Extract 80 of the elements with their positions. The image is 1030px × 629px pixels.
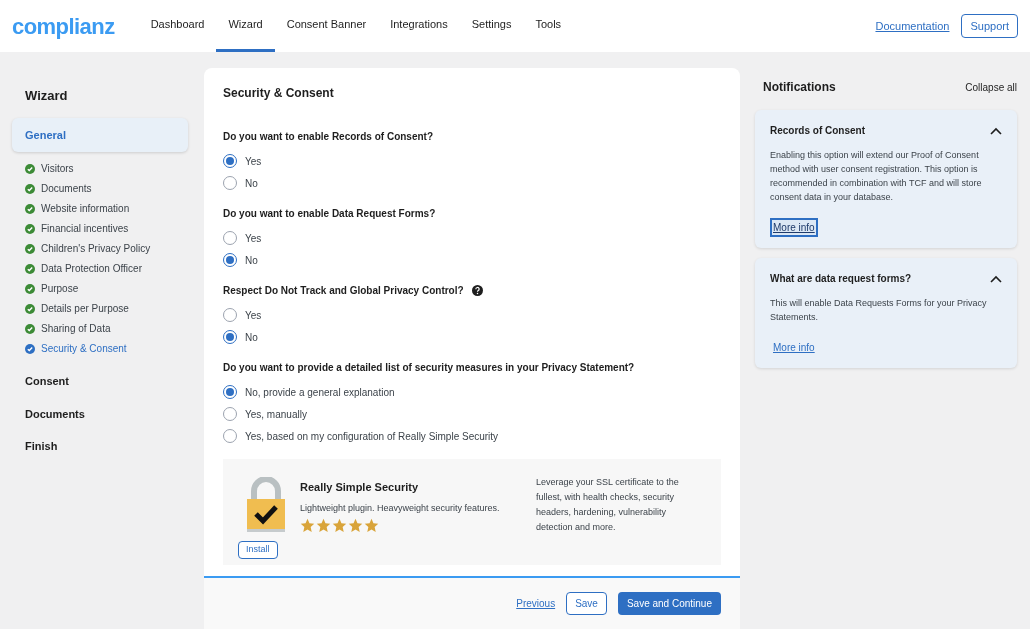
collapse-all-button[interactable]: Collapse all bbox=[965, 79, 1017, 95]
sidebar-step[interactable]: Children's Privacy Policy bbox=[25, 241, 188, 256]
more-info-link[interactable]: More info bbox=[770, 218, 818, 237]
plugin-tagline: Lightweight plugin. Heavyweight security features. bbox=[300, 501, 501, 515]
option-label[interactable]: Yes, manually bbox=[245, 406, 307, 422]
chevron-icon[interactable] bbox=[990, 126, 1002, 135]
radio-button[interactable] bbox=[223, 330, 237, 344]
sidebar-section[interactable]: Finish bbox=[12, 430, 188, 463]
check-circle-icon bbox=[25, 303, 35, 314]
sidebar-section[interactable]: General bbox=[12, 117, 188, 152]
notification-title: What are data request forms? bbox=[770, 272, 912, 286]
star-icon bbox=[348, 518, 363, 533]
sidebar-step[interactable]: Visitors bbox=[25, 161, 188, 176]
sidebar-step[interactable]: Financial incentives bbox=[25, 221, 188, 236]
option-label[interactable]: Yes bbox=[245, 153, 262, 169]
more-info-link[interactable]: More info bbox=[770, 338, 818, 357]
check-circle-icon bbox=[25, 343, 35, 354]
nav-tab[interactable]: Tools bbox=[523, 0, 574, 52]
sidebar-step[interactable]: Security & Consent bbox=[25, 341, 188, 356]
padlock-check-icon bbox=[246, 477, 286, 533]
card-title: Security & Consent bbox=[223, 85, 335, 102]
question-label: Do you want to provide a detailed list of security measures in your Privacy Statement? bbox=[223, 361, 635, 375]
notification-text: Enabling this option will extend our Proof of Consent method with user consent registration. This option is recommended in combination with TCF and will store consent data in your database. bbox=[770, 149, 983, 204]
check-circle-icon bbox=[25, 223, 35, 234]
radio-button[interactable] bbox=[223, 308, 237, 322]
sidebar-step[interactable]: Data Protection Officer bbox=[25, 261, 188, 276]
nav-tab[interactable]: Wizard bbox=[216, 0, 275, 52]
option-label[interactable]: No bbox=[245, 329, 258, 345]
star-icon bbox=[316, 518, 331, 533]
notifications-title: Notifications bbox=[763, 79, 836, 96]
option-label[interactable]: Yes bbox=[245, 230, 262, 246]
sidebar-step[interactable]: Purpose bbox=[25, 281, 188, 296]
check-circle-icon bbox=[25, 323, 35, 334]
documentation-link[interactable]: Documentation bbox=[875, 17, 950, 35]
check-circle-icon bbox=[25, 283, 35, 294]
check-circle-icon bbox=[25, 203, 35, 214]
radio-button[interactable] bbox=[223, 429, 237, 443]
support-button[interactable]: Support bbox=[961, 14, 1018, 38]
radio-button[interactable] bbox=[223, 176, 237, 190]
question-label: Respect Do Not Track and Global Privacy Control? bbox=[223, 284, 464, 298]
plugin-description: Leverage your SSL certificate to the fullest, with health checks, security headers, hardening, vulnerability detection and more. bbox=[536, 476, 680, 534]
question-label: Do you want to enable Data Request Forms? bbox=[223, 207, 436, 221]
notification-title: Records of Consent bbox=[770, 124, 865, 138]
nav-tab[interactable]: Consent Banner bbox=[274, 0, 379, 52]
notification-text: This will enable Data Requests Forms for your Privacy Statements. bbox=[770, 297, 988, 324]
radio-button[interactable] bbox=[223, 385, 237, 399]
option-label[interactable]: Yes, based on my configuration of Really Simple Security bbox=[245, 428, 499, 444]
radio-button[interactable] bbox=[223, 253, 237, 267]
sidebar-step[interactable]: Sharing of Data bbox=[25, 321, 188, 336]
sidebar-title: Wizard bbox=[24, 87, 69, 105]
check-circle-icon bbox=[25, 183, 35, 194]
check-circle-icon bbox=[25, 163, 35, 174]
plugin-name: Really Simple Security bbox=[300, 480, 419, 495]
nav-tab[interactable]: Settings bbox=[459, 0, 524, 52]
star-icon bbox=[300, 518, 315, 533]
help-icon[interactable] bbox=[471, 285, 483, 296]
install-button[interactable]: Install bbox=[238, 540, 278, 559]
radio-button[interactable] bbox=[223, 154, 237, 168]
star-icon bbox=[364, 518, 379, 533]
star-icon bbox=[332, 518, 347, 533]
check-circle-icon bbox=[25, 243, 35, 254]
save-continue-button[interactable]: Save and Continue bbox=[617, 592, 721, 615]
nav-tab[interactable]: Dashboard bbox=[138, 0, 217, 52]
previous-link[interactable]: Previous bbox=[516, 596, 556, 611]
option-label[interactable]: No bbox=[245, 175, 258, 191]
check-circle-icon bbox=[25, 263, 35, 274]
option-label[interactable]: No bbox=[245, 252, 258, 268]
chevron-icon[interactable] bbox=[990, 274, 1002, 283]
sidebar-section[interactable]: Consent bbox=[12, 365, 188, 398]
sidebar-step[interactable]: Details per Purpose bbox=[25, 301, 188, 316]
sidebar-section[interactable]: Documents bbox=[12, 397, 188, 430]
sidebar-step[interactable]: Website information bbox=[25, 201, 188, 216]
nav-tab[interactable]: Integrations bbox=[378, 0, 460, 52]
sidebar-step[interactable]: Documents bbox=[25, 181, 188, 196]
save-button[interactable]: Save bbox=[566, 592, 607, 615]
radio-button[interactable] bbox=[223, 231, 237, 245]
option-label[interactable]: Yes bbox=[245, 307, 262, 323]
option-label[interactable]: No, provide a general explanation bbox=[245, 384, 395, 400]
radio-button[interactable] bbox=[223, 407, 237, 421]
question-label: Do you want to enable Records of Consent? bbox=[223, 130, 433, 144]
